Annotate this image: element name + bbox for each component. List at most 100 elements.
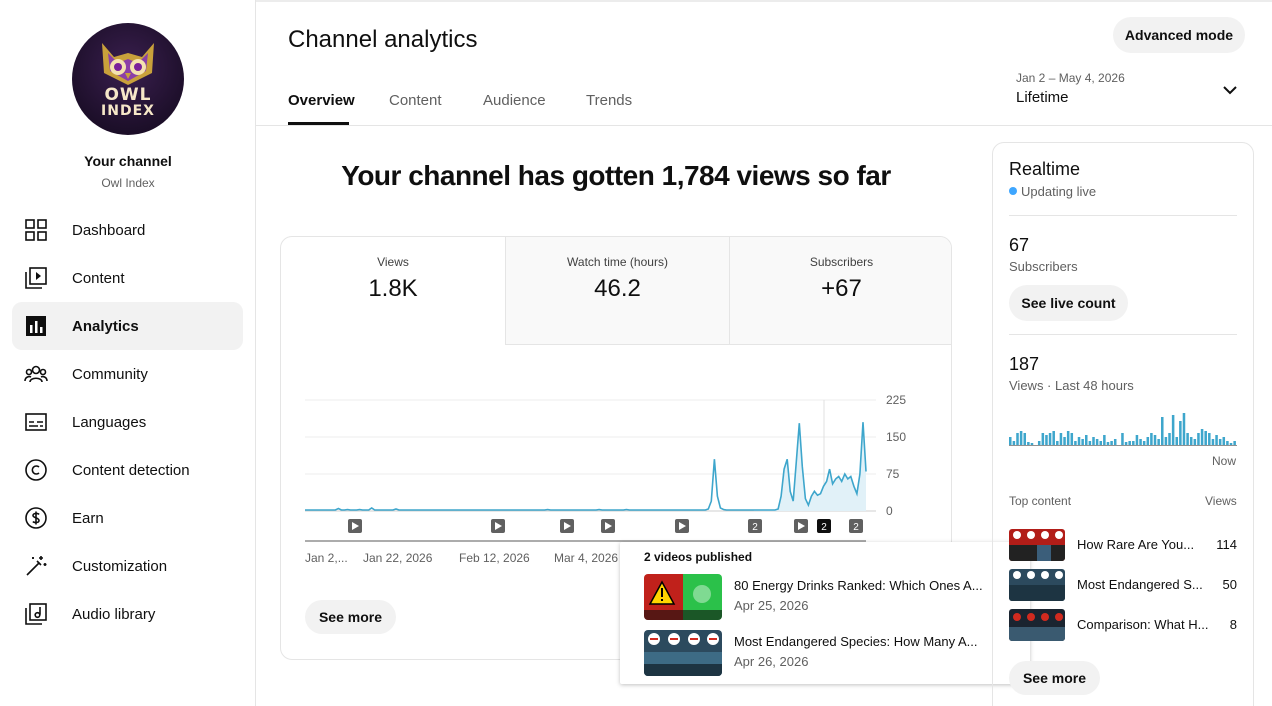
sidebar-item-label: Customization (72, 557, 168, 575)
channel-name: Owl Index (101, 176, 155, 190)
sidebar-item-customization[interactable]: Customization (12, 542, 243, 590)
see-more-button[interactable]: See more (1009, 661, 1100, 695)
chevron-down-icon[interactable] (1220, 80, 1240, 100)
realtime-bar (1200, 429, 1204, 445)
realtime-status: Updating live (1009, 184, 1096, 199)
metric-tab-subscribers[interactable]: Subscribers +67 (729, 237, 951, 345)
realtime-bar (1222, 437, 1226, 445)
realtime-bar (1189, 437, 1193, 445)
tab-audience[interactable]: Audience (483, 92, 546, 109)
date-preset-select[interactable]: Lifetime (1016, 89, 1069, 106)
tab-content[interactable]: Content (389, 92, 442, 109)
metric-value: 1.8K (368, 275, 418, 302)
sidebar-item-label: Community (72, 365, 148, 383)
realtime-bar (1027, 442, 1030, 445)
realtime-bar (1081, 439, 1084, 445)
analytics-icon (26, 316, 46, 336)
views-column-label: Views (1205, 494, 1237, 508)
realtime-bar (1157, 439, 1160, 445)
top-content-title: How Rare Are You... (1077, 537, 1195, 552)
realtime-title: Realtime (1009, 159, 1081, 179)
sidebar-item-dashboard[interactable]: Dashboard (12, 206, 243, 254)
top-content-item[interactable]: How Rare Are You... 114 (1009, 529, 1237, 561)
tooltip-video-item[interactable]: 80 Energy Drinks Ranked: Which Ones A...… (644, 574, 1014, 620)
divider (1009, 334, 1237, 335)
realtime-views-bars[interactable] (1009, 405, 1237, 447)
sidebar-item-languages[interactable]: Languages (12, 398, 243, 446)
realtime-bar (1110, 441, 1113, 445)
divider (1009, 215, 1237, 216)
community-icon (24, 365, 48, 383)
dashboard-icon (25, 219, 47, 241)
tab-trends[interactable]: Trends (586, 92, 632, 109)
realtime-bar (1106, 442, 1110, 445)
realtime-views-count: 187 (1009, 354, 1040, 374)
realtime-bar (1056, 441, 1059, 445)
realtime-bar (1009, 437, 1012, 445)
content-icon (25, 267, 47, 289)
top-content-views: 114 (1216, 537, 1237, 552)
realtime-bar (1070, 433, 1074, 445)
advanced-mode-button[interactable]: Advanced mode (1113, 17, 1245, 53)
top-content-item[interactable]: Comparison: What H... 8 (1009, 609, 1237, 641)
content-detection-icon (25, 459, 47, 481)
realtime-bar (1218, 439, 1222, 445)
realtime-bar (1211, 439, 1215, 445)
sidebar-item-analytics[interactable]: Analytics (12, 302, 243, 350)
video-thumbnail (644, 574, 722, 620)
metric-tab-watch-time[interactable]: Watch time (hours) 46.2 (505, 237, 729, 345)
video-title: Most Endangered Species: How Many A... (734, 634, 978, 649)
realtime-bar (1113, 439, 1117, 445)
metric-tab-views[interactable]: Views 1.8K (281, 237, 505, 345)
realtime-card: Realtime Updating live 67 Subscribers Se… (992, 142, 1254, 706)
video-thumbnail (1009, 529, 1065, 561)
channel-avatar[interactable]: OWL INDEX (72, 23, 184, 135)
top-content-views: 8 (1229, 617, 1237, 632)
languages-icon (25, 413, 47, 431)
tooltip-title: 2 videos published (644, 550, 753, 564)
realtime-bar (1045, 435, 1048, 445)
avatar-wordmark-line1: OWL (104, 85, 152, 105)
thumb-art-icon (1009, 571, 1065, 601)
top-content-item[interactable]: Most Endangered S... 50 (1009, 569, 1237, 601)
realtime-bar (1092, 437, 1095, 445)
realtime-bar (1099, 441, 1103, 445)
customization-icon (26, 556, 47, 576)
metric-label: Subscribers (809, 255, 874, 269)
sidebar-item-community[interactable]: Community (12, 350, 243, 398)
realtime-bar (1171, 415, 1175, 445)
metric-value: +67 (821, 275, 862, 302)
realtime-bar (1037, 441, 1041, 445)
views-headline: Your channel has gotten 1,784 views so f… (341, 160, 891, 191)
sidebar-item-earn[interactable]: Earn (12, 494, 243, 542)
earn-icon (25, 507, 47, 529)
sidebar-item-content-detection[interactable]: Content detection (12, 446, 243, 494)
sidebar-item-content[interactable]: Content (12, 254, 243, 302)
realtime-bar (1135, 435, 1139, 445)
realtime-bar (1023, 433, 1027, 445)
realtime-now-label: Now (1212, 454, 1237, 468)
sidebar-item-label: Content (72, 269, 125, 287)
top-content-title: Most Endangered S... (1077, 577, 1203, 592)
sidebar-item-audio-library[interactable]: Audio library (12, 590, 243, 638)
see-live-count-button[interactable]: See live count (1009, 285, 1128, 321)
species-grid-icon (644, 633, 722, 676)
realtime-bar (1175, 437, 1179, 445)
realtime-bar (1074, 441, 1077, 445)
realtime-bar (1142, 441, 1146, 445)
realtime-bar (1128, 441, 1131, 445)
see-more-button[interactable]: See more (305, 600, 396, 634)
realtime-bar (1179, 421, 1182, 445)
realtime-bar (1124, 442, 1128, 445)
tooltip-video-item[interactable]: Most Endangered Species: How Many A... A… (644, 630, 1014, 676)
realtime-bar (1085, 435, 1088, 445)
sidebar-item-label: Languages (72, 413, 147, 431)
sidebar-item-label: Dashboard (72, 221, 146, 239)
realtime-views-label: Views · Last 48 hours (1009, 378, 1134, 393)
realtime-bar (1150, 433, 1153, 445)
tab-overview[interactable]: Overview (288, 92, 355, 109)
realtime-bar (1063, 437, 1066, 445)
date-range-text[interactable]: Jan 2 – May 4, 2026 (1016, 71, 1125, 85)
realtime-bar (1132, 441, 1135, 445)
video-date: Apr 25, 2026 (734, 598, 809, 613)
